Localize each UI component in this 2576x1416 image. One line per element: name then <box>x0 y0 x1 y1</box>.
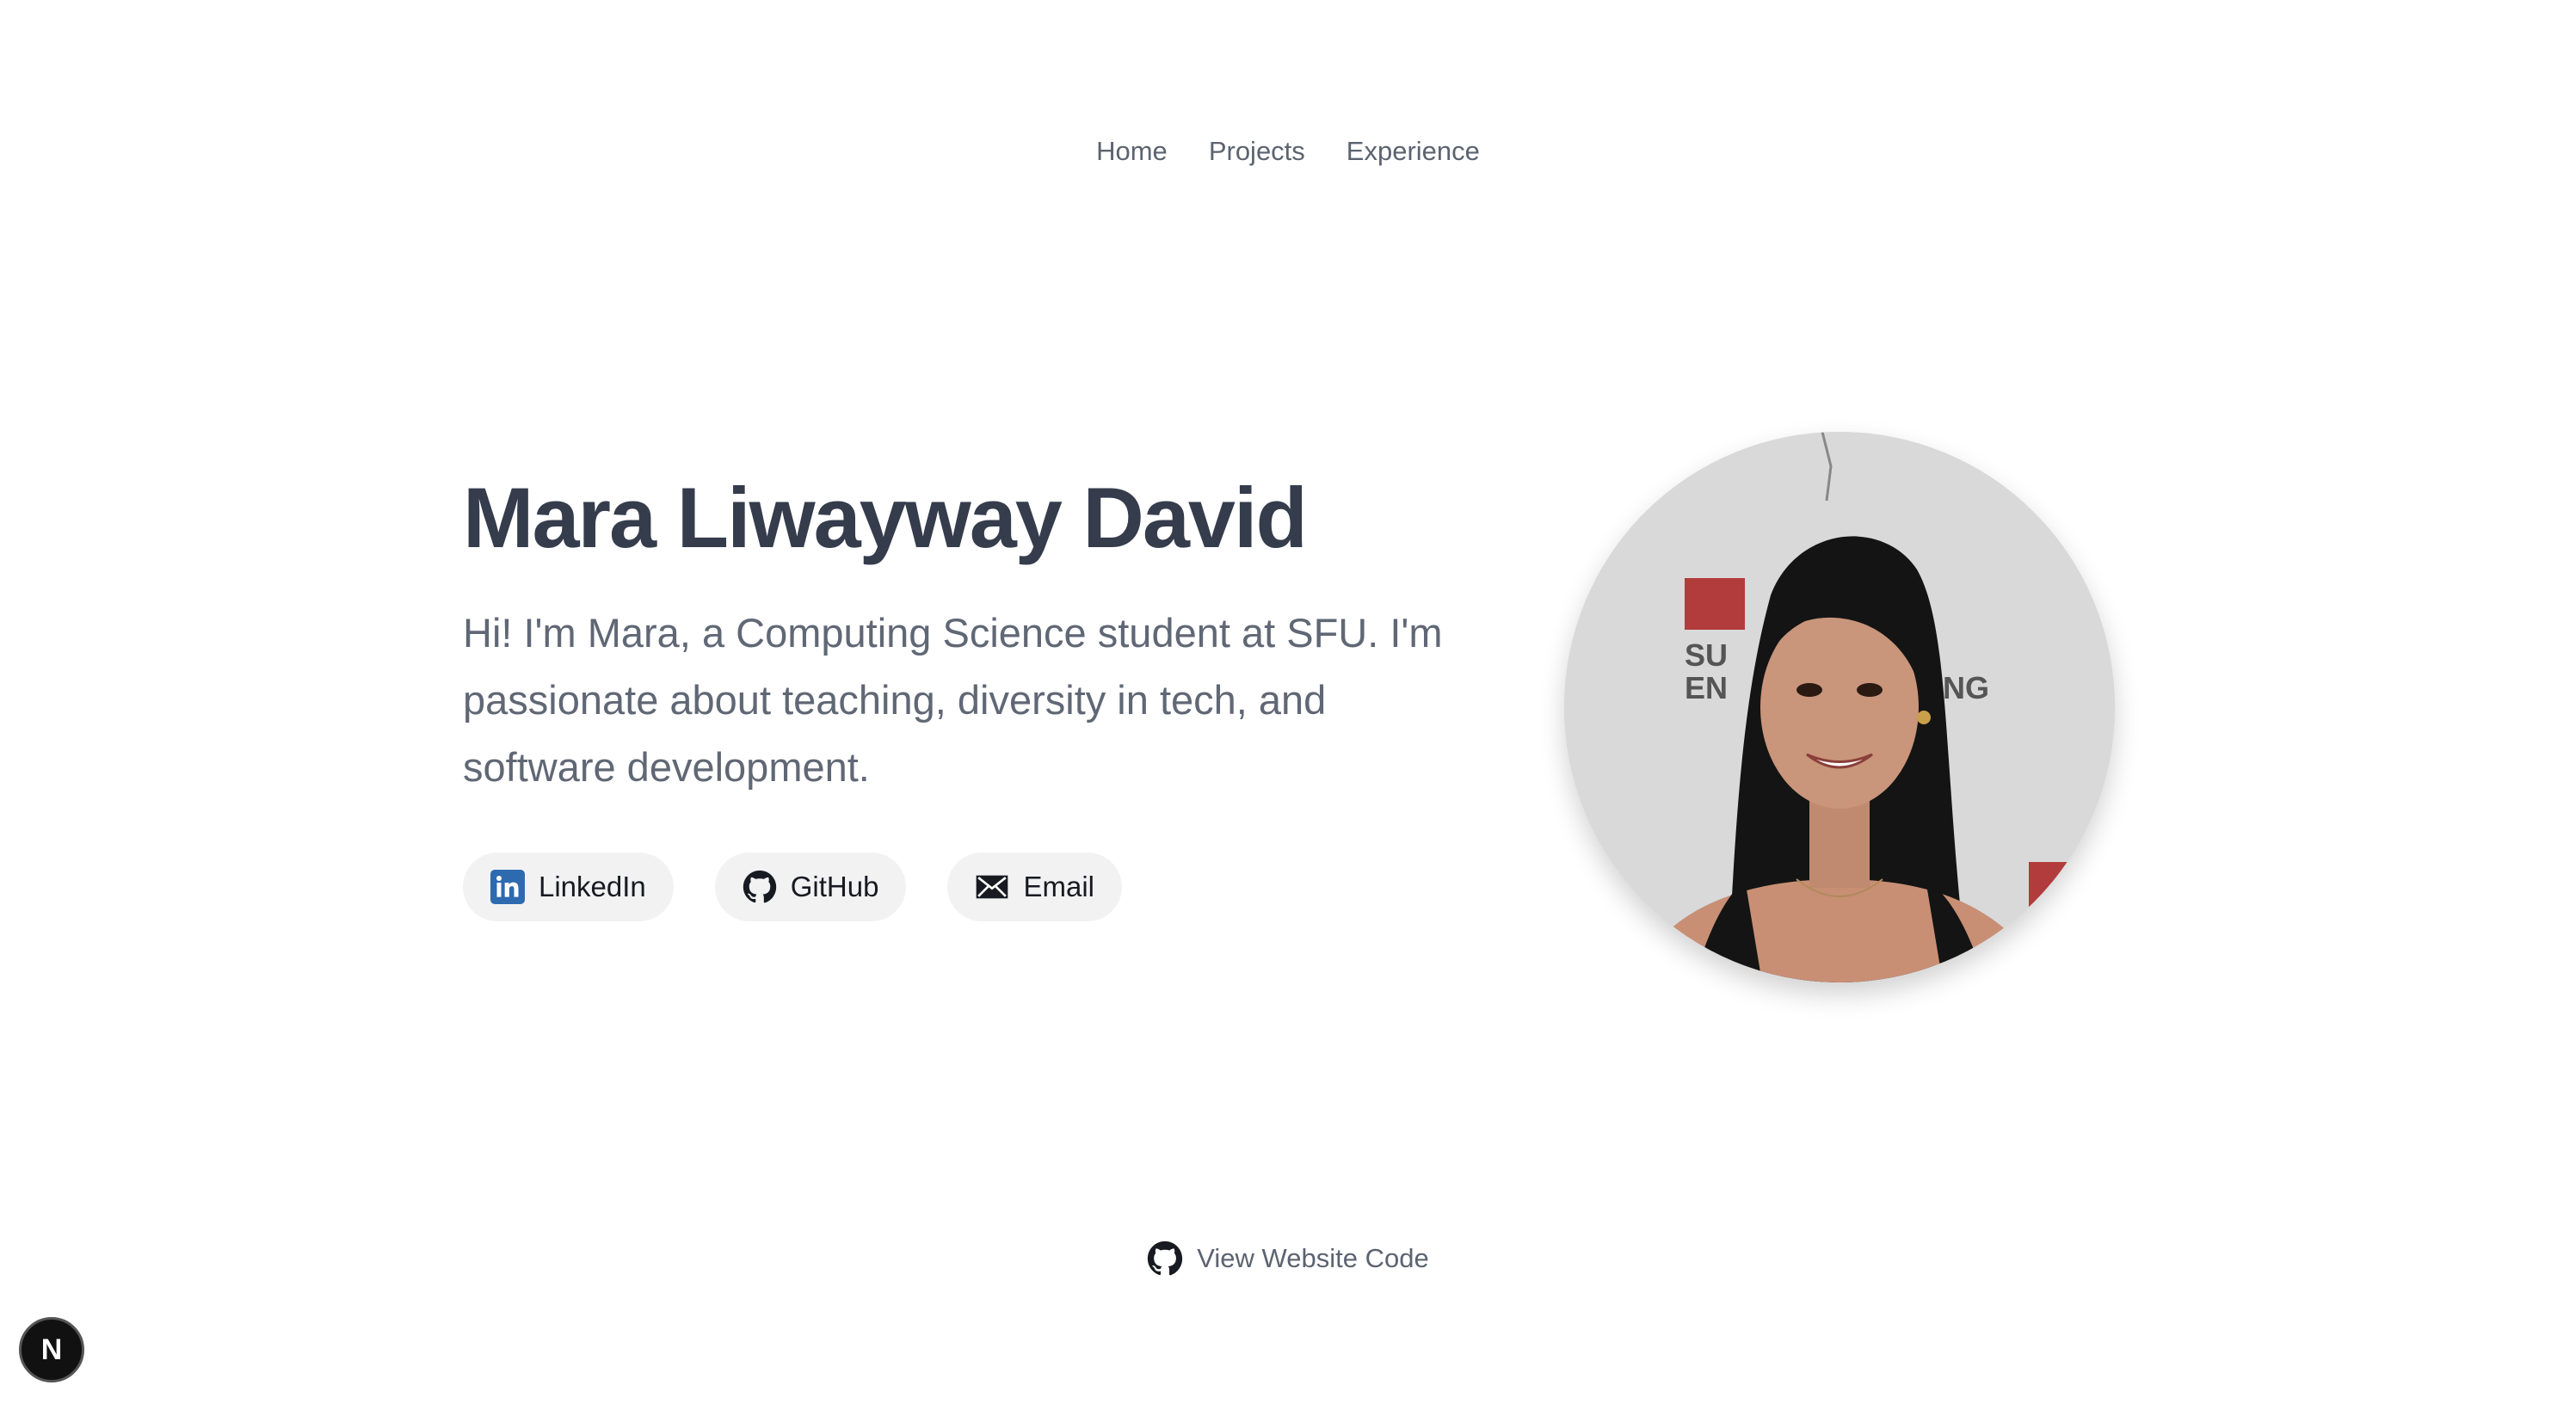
email-button[interactable]: Email <box>947 852 1123 921</box>
linkedin-button[interactable]: LinkedIn <box>463 852 674 921</box>
github-icon <box>1147 1241 1183 1277</box>
view-website-code-label: View Website Code <box>1197 1243 1429 1273</box>
view-website-code-link[interactable]: View Website Code <box>0 1241 2576 1277</box>
svg-text:EN: EN <box>1685 670 1728 705</box>
hero-title: Mara Liwayway David <box>463 470 1308 565</box>
linkedin-icon <box>490 869 525 904</box>
github-button[interactable]: GitHub <box>714 852 907 921</box>
hero-section: Mara Liwayway David Hi! I'm Mara, a Comp… <box>463 471 1495 921</box>
linkedin-label: LinkedIn <box>539 870 646 902</box>
github-label: GitHub <box>790 870 879 902</box>
nextjs-dev-badge[interactable]: N <box>19 1317 84 1382</box>
profile-photo: SU EN NG <box>1564 432 2115 982</box>
email-label: Email <box>1023 870 1095 902</box>
github-icon <box>743 870 777 904</box>
social-links: LinkedIn GitHub Email <box>463 852 1495 921</box>
svg-text:NG: NG <box>1943 670 1989 705</box>
page: Home Projects Experience Mara Liwayway D… <box>0 0 2576 1416</box>
email-icon <box>975 870 1009 904</box>
nextjs-badge-label: N <box>40 1333 63 1366</box>
nav-link-experience[interactable]: Experience <box>1347 136 1480 167</box>
svg-text:SU: SU <box>1685 637 1728 673</box>
hero-bio: Hi! I'm Mara, a Computing Science studen… <box>463 609 1443 790</box>
nav-link-home[interactable]: Home <box>1096 136 1168 167</box>
top-nav: Home Projects Experience <box>0 136 2576 167</box>
nav-link-projects[interactable]: Projects <box>1209 136 1305 167</box>
